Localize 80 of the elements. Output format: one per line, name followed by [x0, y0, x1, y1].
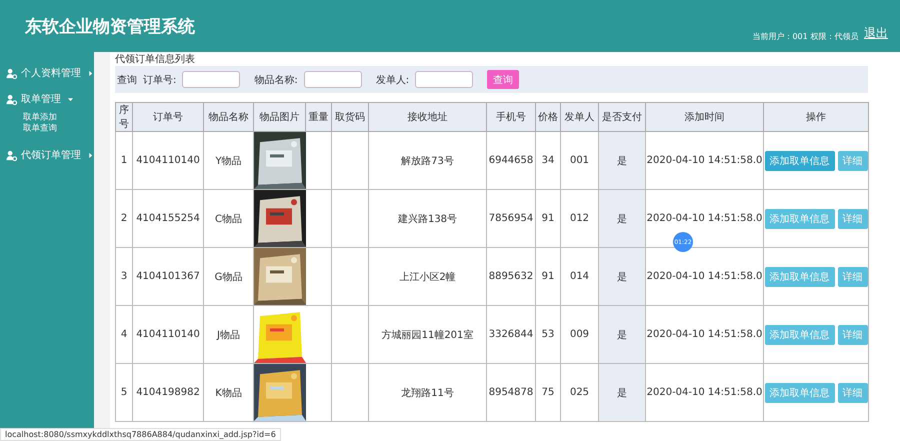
caret-icon: [68, 96, 73, 102]
column-header: 重量: [306, 102, 332, 132]
table-cell: 6944658: [486, 132, 536, 190]
column-header: 添加时间: [646, 102, 764, 132]
column-header: 是否支付: [598, 102, 646, 132]
add-button[interactable]: 添加取单信息: [764, 266, 834, 286]
table-cell: 是: [598, 248, 646, 306]
table-cell: 建兴路138号: [368, 190, 486, 248]
column-header: 物品名称: [204, 102, 254, 132]
app-title: 东软企业物资管理系统: [25, 16, 195, 38]
table-cell: 34: [536, 132, 560, 190]
user-gear-icon: [6, 150, 17, 160]
table-cell: 2: [116, 190, 132, 248]
table-cell: 是: [598, 190, 646, 248]
table-cell: 91: [536, 190, 560, 248]
add-button[interactable]: 添加取单信息: [764, 150, 834, 170]
table-cell: 75: [536, 364, 560, 422]
table-cell: 91: [536, 248, 560, 306]
table-cell: 1: [116, 132, 132, 190]
user-info: 当前用户：001 权限：代领员: [752, 31, 858, 42]
table-cell: 2020-04-10 14:51:58.0: [646, 364, 764, 422]
table-cell: 是: [598, 132, 646, 190]
table-cell: 4104110140: [132, 306, 204, 364]
column-header: 发单人: [560, 102, 598, 132]
input-field[interactable]: [415, 71, 474, 88]
table-cell: 8954878: [486, 364, 536, 422]
table-cell: 8895632: [486, 248, 536, 306]
add-button[interactable]: 添加取单信息: [764, 324, 834, 344]
detail-button[interactable]: 详细: [838, 208, 868, 228]
table-cell: 4104155254: [132, 190, 204, 248]
sidebar-subitem[interactable]: 取单查询: [23, 124, 84, 134]
detail-button[interactable]: 详细: [838, 382, 868, 402]
table-cell: 5: [116, 364, 132, 422]
column-header: 接收地址: [368, 102, 486, 132]
column-header: 操作: [764, 102, 868, 132]
search-button[interactable]: 查询: [487, 70, 520, 89]
sidebar-subitem[interactable]: 取单添加: [23, 112, 84, 122]
search-label: 查询: [117, 74, 137, 86]
user-gear-icon: [6, 68, 17, 78]
status-bar-url: localhost:8080/ssmxykddlxthsq7886A884/qudanxinxi_add.jsp?id=6: [0, 428, 281, 441]
table-cell: 方城丽园11幢201室: [368, 306, 486, 364]
table-cell: 龙翔路11号: [368, 364, 486, 422]
table-cell: 2020-04-10 14:51:58.0: [646, 306, 764, 364]
detail-button[interactable]: 详细: [838, 150, 868, 170]
logout-link[interactable]: 退出: [864, 25, 888, 42]
field-label: 订单号:: [143, 74, 176, 86]
table-cell: 7856954: [486, 190, 536, 248]
column-header: 序号: [116, 102, 132, 132]
column-header: 订单号: [132, 102, 204, 132]
field-label: 发单人:: [376, 74, 410, 86]
add-button[interactable]: 添加取单信息: [764, 208, 834, 228]
sidebar-item[interactable]: 个人资料管理: [0, 60, 94, 86]
table-cell: 上江小区2幢: [368, 248, 486, 306]
table-cell: 4104110140: [132, 132, 204, 190]
column-header: 手机号: [486, 102, 536, 132]
sidebar-item[interactable]: 代领订单管理: [0, 142, 94, 168]
input-field[interactable]: [304, 71, 362, 88]
input-field[interactable]: [182, 71, 240, 88]
table-cell: 4: [116, 306, 132, 364]
table-cell: 3: [116, 248, 132, 306]
add-button[interactable]: 添加取单信息: [764, 382, 834, 402]
user-gear-icon: [6, 94, 17, 104]
detail-button[interactable]: 详细: [838, 324, 868, 344]
field-label: 物品名称:: [254, 74, 298, 86]
caret-icon: [88, 70, 93, 76]
caret-icon: [88, 152, 93, 158]
page-title: 代领订单信息列表: [115, 54, 196, 66]
table-cell: 3326844: [486, 306, 536, 364]
table-cell: 53: [536, 306, 560, 364]
table-cell: 是: [598, 364, 646, 422]
table-cell: 2020-04-10 14:51:58.0: [646, 132, 764, 190]
column-header: 物品图片: [254, 102, 306, 132]
detail-button[interactable]: 详细: [838, 266, 868, 286]
table-cell: 是: [598, 306, 646, 364]
column-header: 价格: [536, 102, 560, 132]
table-cell: 4104101367: [132, 248, 204, 306]
column-header: 取货码: [332, 102, 368, 132]
sidebar-item[interactable]: 取单管理: [0, 86, 94, 112]
table-cell: 4104198982: [132, 364, 204, 422]
table-cell: 解放路73号: [368, 132, 486, 190]
